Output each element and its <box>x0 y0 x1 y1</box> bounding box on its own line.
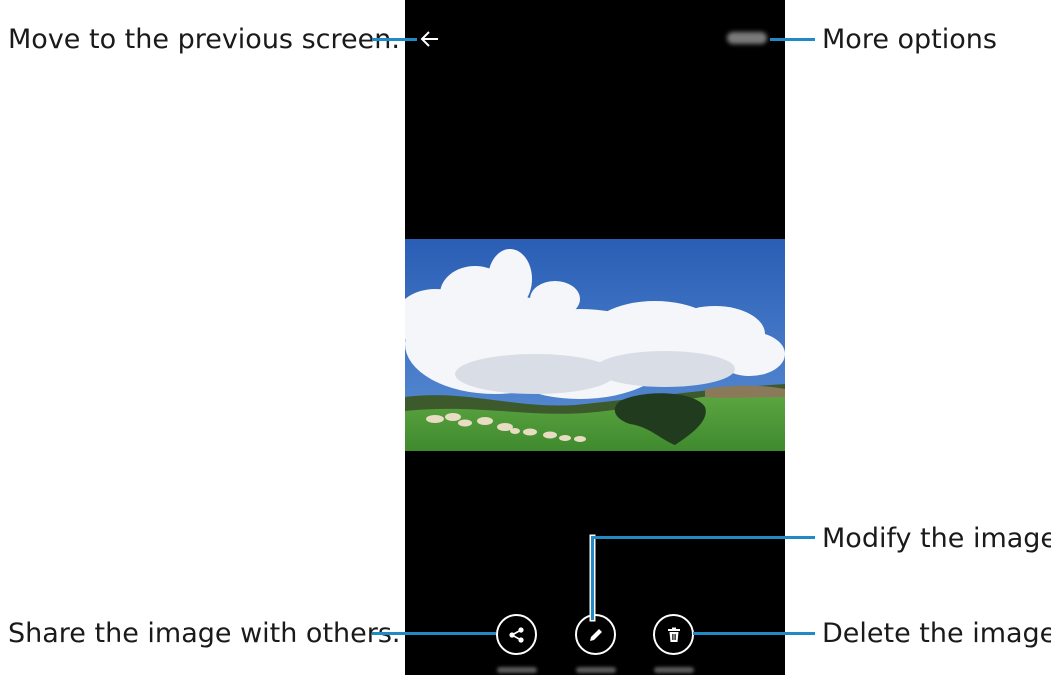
edit-button[interactable] <box>575 614 616 655</box>
leader-share <box>372 632 496 635</box>
callout-share: Share the image with others. <box>8 618 401 649</box>
pencil-icon <box>589 628 602 641</box>
callout-more: More options <box>822 24 997 55</box>
trash-icon <box>667 627 680 642</box>
leader-back <box>372 38 417 41</box>
more-options-button[interactable] <box>727 32 767 44</box>
leader-modify-horizontal <box>591 536 815 539</box>
delete-caption <box>654 667 694 673</box>
share-button[interactable] <box>496 614 537 655</box>
gallery-viewer-screen <box>405 0 785 675</box>
leader-delete <box>693 632 815 635</box>
back-button[interactable] <box>415 24 445 54</box>
share-icon <box>508 626 524 643</box>
delete-button[interactable] <box>653 614 694 655</box>
share-caption <box>497 667 537 673</box>
callout-delete: Delete the image. <box>822 618 1051 649</box>
edit-caption <box>576 667 616 673</box>
callout-back: Move to the previous screen. <box>8 24 400 55</box>
bottom-action-bar <box>405 605 785 675</box>
leader-more <box>770 38 815 41</box>
callout-modify: Modify the image. <box>822 523 1051 554</box>
photo-image <box>405 239 785 451</box>
arrow-left-icon <box>420 31 438 47</box>
leader-modify-vertical <box>591 536 594 620</box>
